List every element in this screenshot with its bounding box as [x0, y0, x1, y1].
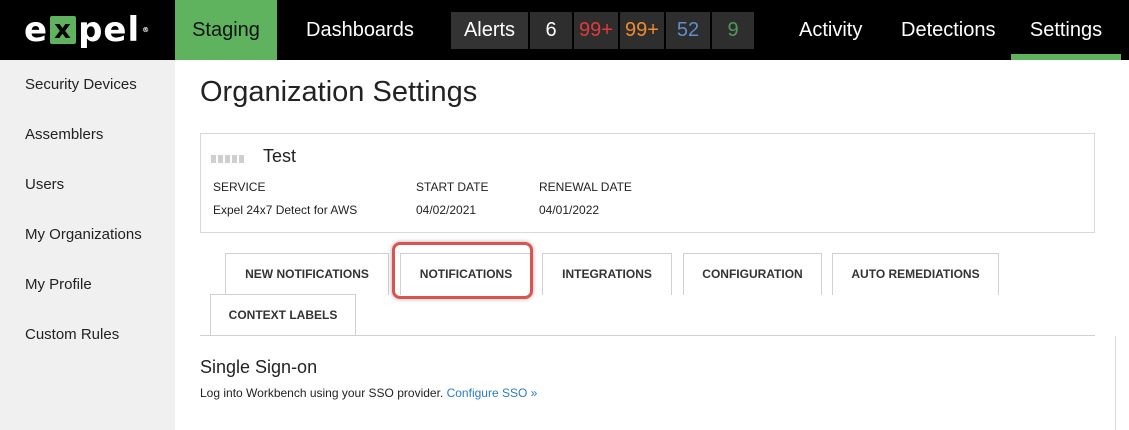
top-navigation-bar: e x pel ® Staging Dashboards Alerts 6 99+ 9…	[0, 0, 1129, 60]
tab-auto-remediations[interactable]: AUTO REMEDIATIONS	[832, 253, 999, 295]
nav-activity[interactable]: Activity	[799, 0, 862, 60]
tab-context-labels[interactable]: CONTEXT LABELS	[210, 294, 356, 336]
settings-sidebar: Security Devices Assemblers Users My Org…	[0, 60, 175, 430]
tab-configuration[interactable]: CONFIGURATION	[683, 253, 822, 295]
renewal-date-value: 04/01/2022	[539, 203, 600, 217]
sso-description-text: Log into Workbench using your SSO provid…	[200, 386, 444, 400]
logo-text-pre: e	[24, 10, 49, 50]
sidebar-item-my-organizations[interactable]: My Organizations	[25, 226, 142, 243]
sidebar-item-security-devices[interactable]: Security Devices	[25, 76, 137, 93]
service-header: SERVICE	[213, 180, 266, 194]
sidebar-item-users[interactable]: Users	[25, 176, 64, 193]
start-date-header: START DATE	[416, 180, 489, 194]
nav-dashboards[interactable]: Dashboards	[306, 0, 414, 60]
tabs-divider	[200, 335, 1095, 336]
alert-count-medium[interactable]: 99+	[618, 12, 664, 49]
alert-count-high[interactable]: 99+	[572, 12, 618, 49]
page-title: Organization Settings	[200, 76, 478, 108]
nav-alerts[interactable]: Alerts	[451, 12, 528, 49]
alerts-group: Alerts 6 99+ 99+ 52 9	[451, 12, 754, 49]
tab-integrations[interactable]: INTEGRATIONS	[542, 253, 672, 295]
service-value: Expel 24x7 Detect for AWS	[213, 203, 358, 217]
start-date-value: 04/02/2021	[416, 203, 477, 217]
alert-count-critical[interactable]: 6	[528, 12, 572, 49]
alert-count-low[interactable]: 52	[664, 12, 710, 49]
nav-detections[interactable]: Detections	[901, 0, 996, 60]
alert-count-tuning[interactable]: 9	[710, 12, 754, 49]
expel-logo[interactable]: e x pel ®	[24, 10, 150, 50]
content-border	[1115, 336, 1116, 430]
tab-new-notifications[interactable]: NEW NOTIFICATIONS	[225, 253, 389, 295]
sidebar-item-custom-rules[interactable]: Custom Rules	[25, 326, 119, 343]
logo-trademark: ®	[142, 26, 151, 34]
logo-text-post: pel	[78, 10, 141, 50]
notifications-tab-highlight	[392, 242, 533, 299]
nav-settings[interactable]: Settings	[1011, 0, 1121, 60]
redacted-org-name	[211, 150, 251, 163]
configure-sso-link[interactable]: Configure SSO »	[447, 386, 538, 400]
sidebar-item-assemblers[interactable]: Assemblers	[25, 126, 103, 143]
organization-name: Test	[263, 146, 297, 166]
active-nav-indicator	[1011, 54, 1121, 60]
logo-x-mark: x	[50, 16, 77, 44]
organization-card: Test SERVICE START DATE RENEWAL DATE Exp…	[200, 133, 1095, 233]
sso-section-title: Single Sign-on	[200, 357, 318, 377]
sidebar-item-my-profile[interactable]: My Profile	[25, 276, 92, 293]
sso-description: Log into Workbench using your SSO provid…	[200, 386, 537, 400]
renewal-date-header: RENEWAL DATE	[539, 180, 632, 194]
nav-staging[interactable]: Staging	[175, 0, 277, 60]
